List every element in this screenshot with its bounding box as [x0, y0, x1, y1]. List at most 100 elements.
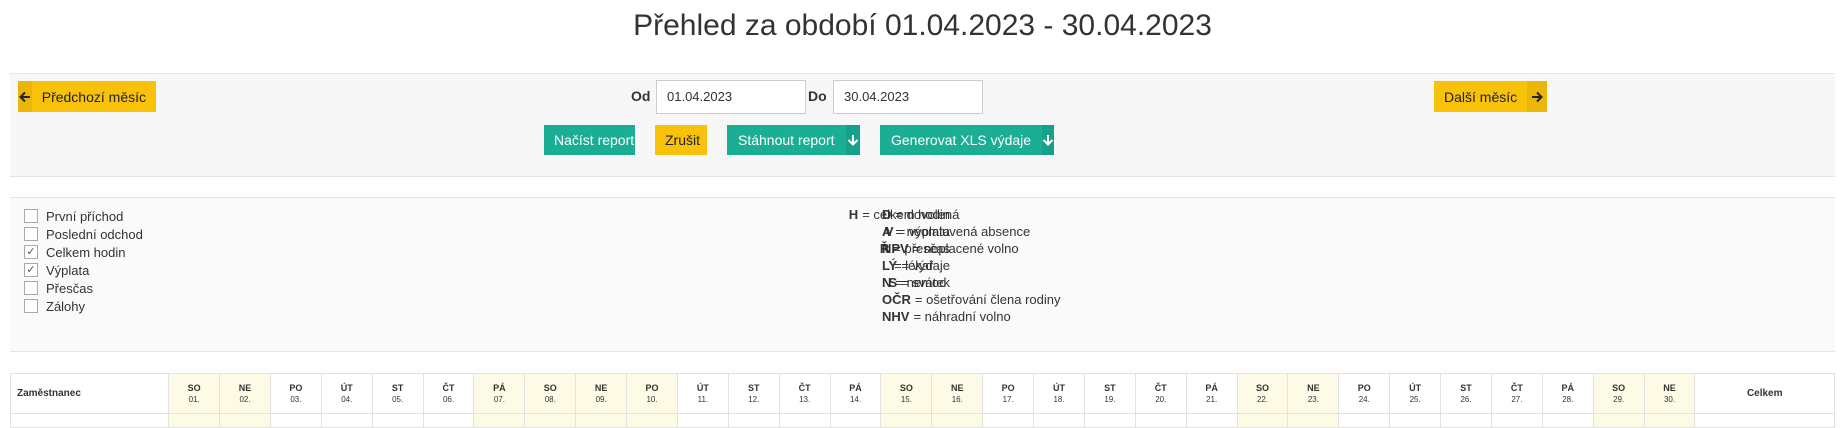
day-number: 20.: [1155, 394, 1167, 404]
to-date-input[interactable]: 30.04.2023: [833, 80, 983, 114]
day-header: NE 02.: [219, 373, 271, 414]
day-cell: [1033, 413, 1085, 428]
day-header: ČT 06.: [422, 373, 475, 414]
from-date-input[interactable]: 01.04.2023: [656, 80, 806, 114]
day-cell: [727, 413, 780, 428]
total-header: Celkem: [1694, 373, 1835, 414]
checkbox-icon[interactable]: [24, 209, 38, 223]
day-number: 15.: [900, 394, 912, 404]
day-header: SO 01.: [168, 373, 221, 414]
day-cell: [1338, 413, 1391, 428]
day-header: PÁ 21.: [1185, 373, 1238, 414]
day-header: PÁ 28.: [1541, 373, 1594, 414]
day-cell: [1083, 413, 1136, 428]
option-checkbox[interactable]: ✓ Celkem hodin: [24, 242, 126, 262]
day-number: 10.: [646, 394, 658, 404]
legend-key: L: [882, 258, 890, 273]
day-name: NE: [594, 382, 608, 393]
legend-item: A = neomluvená absence: [882, 223, 1142, 240]
total-cell: [1694, 413, 1835, 428]
option-checkbox[interactable]: ✓ Výplata: [24, 260, 89, 280]
day-number: 18.: [1053, 394, 1065, 404]
checkbox-checked-icon[interactable]: ✓: [24, 263, 38, 277]
day-number: 09.: [595, 394, 607, 404]
day-name: SO: [187, 382, 201, 393]
legend-text: = ošetřování člena rodiny: [914, 292, 1061, 307]
day-cell: [829, 413, 882, 428]
day-name: SO: [899, 382, 913, 393]
arrow-right-icon: [1527, 81, 1547, 112]
day-header: SO 22.: [1236, 373, 1289, 414]
day-name: PO: [289, 382, 303, 393]
option-checkbox[interactable]: Přesčas: [24, 278, 93, 298]
day-name: ST: [1104, 382, 1116, 393]
generate-xls-button[interactable]: Generovat XLS výdaje: [880, 125, 1055, 155]
option-checkbox[interactable]: Zálohy: [24, 296, 85, 316]
legend-text: = neplacené volno: [912, 241, 1019, 256]
day-name: NE: [951, 382, 964, 393]
cancel-button[interactable]: Zrušit: [655, 125, 707, 155]
checkbox-checked-icon[interactable]: ✓: [24, 245, 38, 259]
day-name: ČT: [442, 382, 455, 393]
day-name: ČT: [1154, 382, 1167, 393]
day-header: PÁ 07.: [473, 373, 526, 414]
checkbox-icon[interactable]: [24, 227, 38, 241]
day-header: NE 16.: [931, 373, 984, 414]
legend-key: NPV: [882, 241, 909, 256]
attendance-table: Zaměstnanec SO 01. NE 02. PO 03. ÚT 04. ST 05. ČT 0…: [9, 373, 1835, 428]
day-cell: [168, 413, 221, 428]
load-report-label: Načíst report: [554, 132, 635, 148]
day-name: SO: [1612, 382, 1626, 393]
day-cell: [1490, 413, 1543, 428]
day-cell: [1440, 413, 1492, 428]
day-cell: [219, 413, 271, 428]
day-name: PO: [645, 382, 659, 393]
day-number: 04.: [341, 394, 353, 404]
day-cell: [1541, 413, 1594, 428]
day-cell: [931, 413, 984, 428]
day-number: 27.: [1511, 394, 1523, 404]
day-number: 28.: [1562, 394, 1574, 404]
legend-item: OČR = ošetřování člena rodiny: [882, 291, 1142, 308]
day-cell: [1592, 413, 1645, 428]
day-name: PÁ: [849, 382, 862, 393]
next-month-button[interactable]: Další měsíc: [1434, 81, 1547, 112]
option-label: Zálohy: [46, 298, 86, 314]
checkbox-icon[interactable]: [24, 281, 38, 295]
day-cell: [1185, 413, 1238, 428]
checkbox-icon[interactable]: [24, 299, 38, 313]
next-month-label: Další měsíc: [1444, 88, 1518, 105]
day-cell: [269, 413, 322, 428]
prev-month-button[interactable]: Předchozí měsíc: [18, 81, 156, 112]
legend-key: N: [882, 275, 892, 290]
day-name: ÚT: [340, 382, 353, 393]
day-header: ÚT 04.: [320, 373, 373, 414]
day-number: 23.: [1307, 394, 1319, 404]
download-report-label: Stáhnout report: [738, 132, 835, 148]
day-cell: [1236, 413, 1289, 428]
generate-xls-label: Generovat XLS výdaje: [891, 132, 1032, 148]
day-header: PO 10.: [626, 373, 678, 414]
load-report-button[interactable]: Načíst report: [544, 125, 635, 155]
day-name: NE: [1307, 382, 1320, 393]
option-checkbox[interactable]: První příchod: [24, 206, 123, 226]
day-number: 01.: [188, 394, 200, 404]
day-header: NE 23.: [1287, 373, 1340, 414]
legend-key: A: [882, 224, 892, 239]
day-header: ČT 27.: [1490, 373, 1543, 414]
day-number: 21.: [1206, 394, 1218, 404]
day-cell: [880, 413, 933, 428]
legend-item: NHV = náhradní volno: [882, 308, 1142, 325]
day-number: 13.: [799, 394, 811, 404]
option-checkbox[interactable]: Poslední odchod: [24, 224, 143, 244]
day-name: ST: [391, 382, 404, 393]
day-name: ČT: [1510, 382, 1523, 393]
legend-key: H: [848, 207, 859, 222]
day-number: 17.: [1002, 394, 1014, 404]
download-report-button[interactable]: Stáhnout report: [727, 125, 860, 155]
day-cell: [1389, 413, 1442, 428]
day-number: 02.: [239, 394, 251, 404]
day-cell: [473, 413, 526, 428]
day-header: SO 08.: [524, 373, 577, 414]
day-cell: [320, 413, 373, 428]
